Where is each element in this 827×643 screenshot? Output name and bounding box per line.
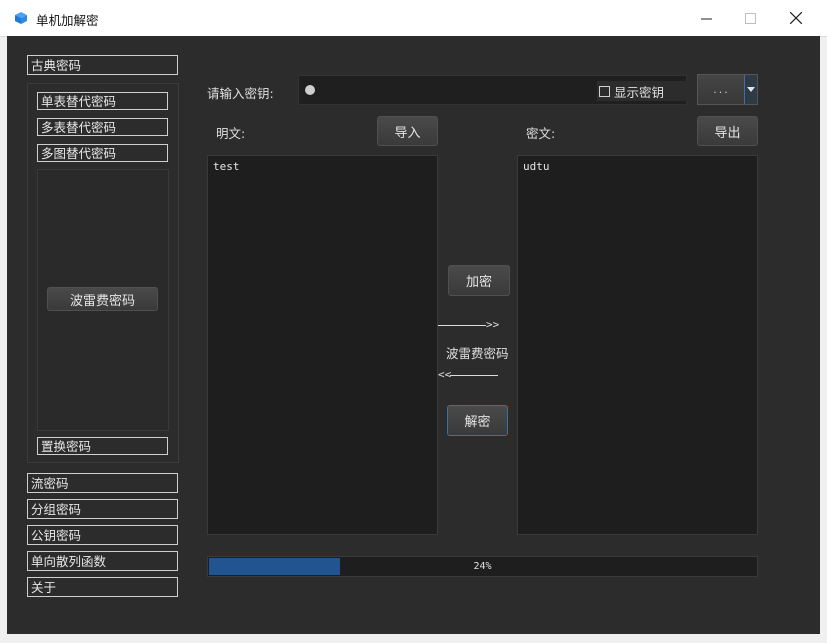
- maximize-button[interactable]: [727, 0, 773, 36]
- sidebar-item-public-key[interactable]: 公钥密码: [27, 525, 178, 545]
- arrow-right-head: >>: [486, 318, 500, 331]
- ciphertext-area[interactable]: udtu: [517, 155, 758, 535]
- close-icon: [790, 12, 802, 24]
- title-bar: 单机加解密: [0, 0, 827, 37]
- plaintext-area[interactable]: test: [207, 155, 438, 535]
- encrypt-button[interactable]: 加密: [448, 265, 510, 296]
- arrow-right-line: [438, 325, 486, 326]
- plaintext-label: 明文:: [216, 126, 246, 141]
- sidebar-item-polygram[interactable]: 多图替代密码: [37, 144, 168, 162]
- key-combo[interactable]: ...: [697, 74, 758, 105]
- sidebar-item-about[interactable]: 关于: [27, 577, 178, 597]
- minimize-icon: [700, 18, 712, 19]
- password-dot: [305, 85, 315, 95]
- window-title: 单机加解密: [36, 13, 99, 28]
- checkbox-icon: [599, 85, 610, 97]
- playfair-button[interactable]: 波雷费密码: [47, 287, 158, 311]
- sidebar-item-polyalphabetic[interactable]: 多表替代密码: [37, 118, 168, 136]
- sidebar-item-classical[interactable]: 古典密码: [27, 55, 178, 75]
- key-label: 请输入密钥:: [207, 86, 274, 101]
- progress-text: 24%: [473, 561, 492, 572]
- show-key-label: 显示密钥: [614, 84, 665, 100]
- ciphertext-label: 密文:: [526, 126, 556, 141]
- maximize-icon: [744, 12, 756, 24]
- sidebar-item-monoalphabetic[interactable]: 单表替代密码: [37, 92, 168, 110]
- export-button[interactable]: 导出: [697, 116, 758, 146]
- sidebar-item-stream[interactable]: 流密码: [27, 473, 178, 493]
- cipher-name-label: 波雷费密码: [446, 346, 509, 361]
- key-combo-text: ...: [713, 83, 730, 96]
- chevron-down-icon[interactable]: [744, 75, 757, 104]
- close-button[interactable]: [773, 0, 819, 36]
- import-button[interactable]: 导入: [377, 116, 438, 146]
- sidebar-item-transposition[interactable]: 置换密码: [37, 437, 168, 455]
- decrypt-button[interactable]: 解密: [447, 405, 508, 436]
- arrow-left-line: [450, 375, 498, 376]
- app-window: 单机加解密 古典密码 单表替代密码 多表替代密码 多图替代密码 波雷费密码 置换…: [0, 0, 827, 643]
- cube-icon: [15, 12, 27, 24]
- show-key-checkbox[interactable]: 显示密钥: [597, 81, 687, 101]
- minimize-button[interactable]: [683, 0, 729, 36]
- sidebar-item-hash[interactable]: 单向散列函数: [27, 551, 178, 571]
- progress-bar: 24%: [207, 556, 758, 577]
- sidebar-item-block[interactable]: 分组密码: [27, 499, 178, 519]
